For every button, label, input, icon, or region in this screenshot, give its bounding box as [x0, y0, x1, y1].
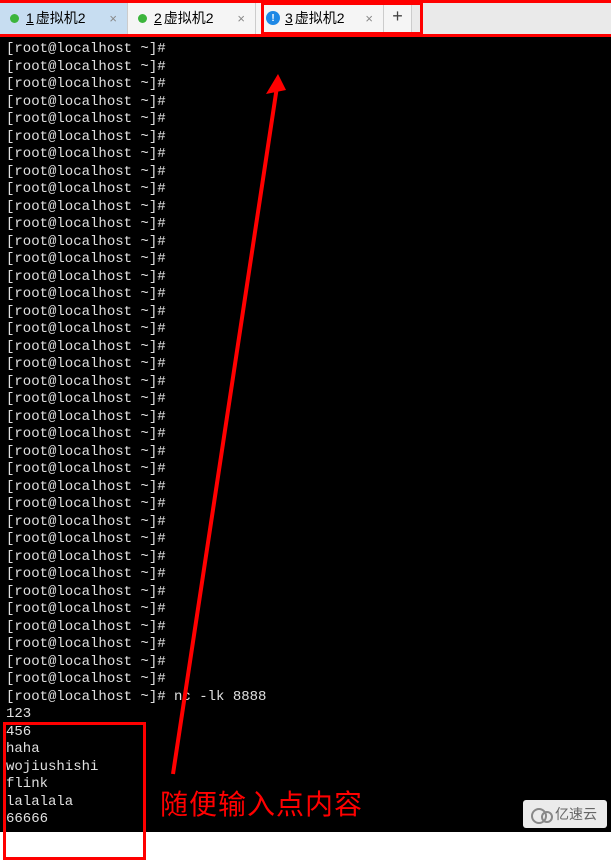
- terminal-prompt-line: [root@localhost ~]#: [6, 76, 605, 94]
- terminal-prompt-line: [root@localhost ~]#: [6, 654, 605, 672]
- terminal-prompt-line: [root@localhost ~]#: [6, 461, 605, 479]
- tab-label: 虚拟机2: [164, 8, 228, 28]
- terminal-prompt-line: [root@localhost ~]#: [6, 269, 605, 287]
- cloud-icon: [531, 808, 551, 820]
- terminal-prompt-line: [root@localhost ~]#: [6, 374, 605, 392]
- terminal-prompt-line: [root@localhost ~]#: [6, 531, 605, 549]
- add-tab-button[interactable]: +: [384, 0, 412, 36]
- terminal-prompt-line: [root@localhost ~]#: [6, 94, 605, 112]
- terminal-prompt-line: [root@localhost ~]#: [6, 549, 605, 567]
- close-icon[interactable]: ×: [235, 11, 247, 26]
- terminal-prompt-line: [root@localhost ~]#: [6, 339, 605, 357]
- terminal-command-line: [root@localhost ~]# nc -lk 8888: [6, 689, 605, 707]
- tab-number: 1: [26, 10, 34, 26]
- terminal-output-line: wojiushishi: [6, 759, 605, 777]
- terminal-prompt-line: [root@localhost ~]#: [6, 601, 605, 619]
- terminal-output-line: 123: [6, 706, 605, 724]
- terminal-prompt-line: [root@localhost ~]#: [6, 426, 605, 444]
- terminal-prompt-line: [root@localhost ~]#: [6, 496, 605, 514]
- terminal-prompt-line: [root@localhost ~]#: [6, 129, 605, 147]
- terminal[interactable]: [root@localhost ~]#[root@localhost ~]#[r…: [0, 37, 611, 832]
- terminal-prompt-line: [root@localhost ~]#: [6, 59, 605, 77]
- terminal-prompt-line: [root@localhost ~]#: [6, 619, 605, 637]
- terminal-prompt-line: [root@localhost ~]#: [6, 671, 605, 689]
- terminal-prompt-line: [root@localhost ~]#: [6, 216, 605, 234]
- tab-number: 2: [154, 10, 162, 26]
- info-icon: !: [266, 11, 280, 25]
- tab-label: 虚拟机2: [295, 8, 356, 28]
- tab-1[interactable]: 1 虚拟机2 ×: [0, 0, 128, 36]
- terminal-prompt-line: [root@localhost ~]#: [6, 479, 605, 497]
- close-icon[interactable]: ×: [363, 11, 375, 26]
- tab-3[interactable]: ! 3 虚拟机2 ×: [256, 0, 384, 36]
- tab-bar: 1 虚拟机2 × 2 虚拟机2 × ! 3 虚拟机2 × +: [0, 0, 611, 37]
- watermark-label: 亿速云: [555, 804, 597, 824]
- status-dot-icon: [10, 14, 19, 23]
- terminal-prompt-line: [root@localhost ~]#: [6, 286, 605, 304]
- terminal-prompt-line: [root@localhost ~]#: [6, 181, 605, 199]
- terminal-prompt-line: [root@localhost ~]#: [6, 444, 605, 462]
- terminal-prompt-line: [root@localhost ~]#: [6, 234, 605, 252]
- status-dot-icon: [138, 14, 147, 23]
- terminal-prompt-line: [root@localhost ~]#: [6, 111, 605, 129]
- tab-number: 3: [285, 10, 293, 26]
- tab-2[interactable]: 2 虚拟机2 ×: [128, 0, 256, 36]
- terminal-prompt-line: [root@localhost ~]#: [6, 304, 605, 322]
- terminal-prompt-line: [root@localhost ~]#: [6, 199, 605, 217]
- terminal-output-line: haha: [6, 741, 605, 759]
- terminal-prompt-line: [root@localhost ~]#: [6, 251, 605, 269]
- tab-label: 虚拟机2: [36, 8, 100, 28]
- terminal-prompt-line: [root@localhost ~]#: [6, 146, 605, 164]
- terminal-prompt-line: [root@localhost ~]#: [6, 514, 605, 532]
- terminal-output-line: 456: [6, 724, 605, 742]
- annotation-text: 随便输入点内容: [160, 783, 363, 823]
- terminal-prompt-line: [root@localhost ~]#: [6, 566, 605, 584]
- terminal-output: [root@localhost ~]#[root@localhost ~]#[r…: [6, 41, 605, 829]
- terminal-prompt-line: [root@localhost ~]#: [6, 356, 605, 374]
- terminal-prompt-line: [root@localhost ~]#: [6, 321, 605, 339]
- terminal-prompt-line: [root@localhost ~]#: [6, 164, 605, 182]
- terminal-prompt-line: [root@localhost ~]#: [6, 636, 605, 654]
- watermark: 亿速云: [523, 800, 607, 828]
- terminal-prompt-line: [root@localhost ~]#: [6, 41, 605, 59]
- close-icon[interactable]: ×: [107, 11, 119, 26]
- terminal-prompt-line: [root@localhost ~]#: [6, 584, 605, 602]
- terminal-prompt-line: [root@localhost ~]#: [6, 391, 605, 409]
- terminal-prompt-line: [root@localhost ~]#: [6, 409, 605, 427]
